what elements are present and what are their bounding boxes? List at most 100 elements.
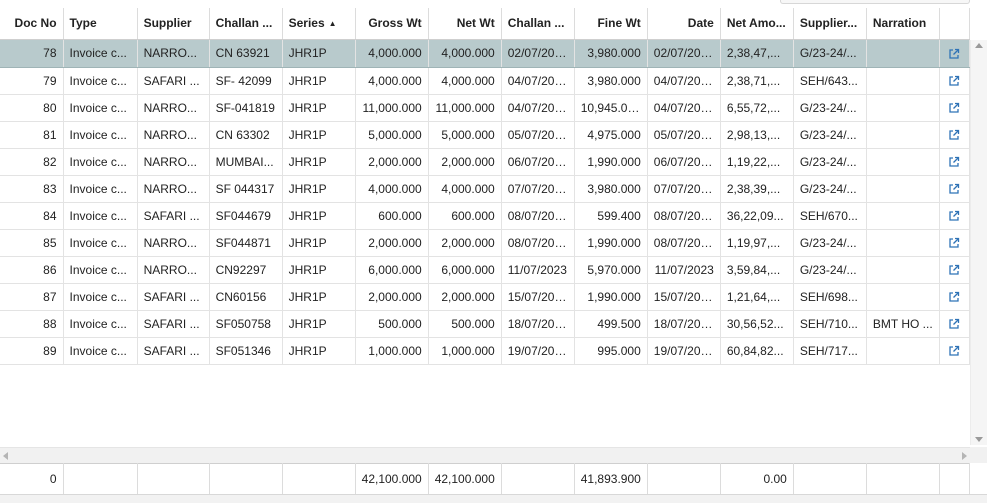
cell-date[interactable]: 04/07/2023 <box>647 94 721 122</box>
table-row[interactable]: 81 Invoice c... NARRO... CN 63302 JHR1P 5,000… <box>0 121 971 149</box>
cell-challan-date[interactable]: 18/07/2023 <box>501 310 575 338</box>
cell-doc-no[interactable]: 84 <box>0 202 64 230</box>
cell-series[interactable]: JHR1P <box>282 40 356 68</box>
cell-net-wt[interactable]: 2,000.000 <box>428 148 502 176</box>
row-open-cell[interactable] <box>939 283 971 311</box>
cell-fine-wt[interactable]: 10,945.000 <box>574 94 648 122</box>
cell-supplier-ref[interactable]: G/23-24/... <box>793 175 867 203</box>
cell-gross-wt[interactable]: 6,000.000 <box>355 256 429 284</box>
cell-type[interactable]: Invoice c... <box>63 121 138 149</box>
vertical-scrollbar[interactable] <box>970 40 987 445</box>
cell-gross-wt[interactable]: 600.000 <box>355 202 429 230</box>
cell-doc-no[interactable]: 83 <box>0 175 64 203</box>
table-row[interactable]: 87 Invoice c... SAFARI ... CN60156 JHR1P 2,00… <box>0 283 971 311</box>
cell-challan-date[interactable]: 08/07/2023 <box>501 202 575 230</box>
cell-challan-date[interactable]: 02/07/2023 <box>501 40 575 68</box>
cell-fine-wt[interactable]: 1,990.000 <box>574 229 648 257</box>
open-external-icon[interactable] <box>948 209 960 223</box>
row-open-cell[interactable] <box>939 121 971 149</box>
scroll-left-icon[interactable] <box>3 452 8 460</box>
table-row[interactable]: 84 Invoice c... SAFARI ... SF044679 JHR1P 600… <box>0 202 971 230</box>
row-open-cell[interactable] <box>939 337 971 365</box>
cell-series[interactable]: JHR1P <box>282 310 356 338</box>
cell-net-amount[interactable]: 60,84,82... <box>720 337 794 365</box>
cell-date[interactable]: 08/07/2023 <box>647 202 721 230</box>
cell-supplier[interactable]: NARRO... <box>137 148 210 176</box>
cell-series[interactable]: JHR1P <box>282 148 356 176</box>
cell-net-wt[interactable]: 6,000.000 <box>428 256 502 284</box>
cell-date[interactable]: 04/07/2023 <box>647 67 721 95</box>
cell-fine-wt[interactable]: 1,990.000 <box>574 283 648 311</box>
cell-challan-date[interactable]: 11/07/2023 <box>501 256 575 284</box>
cell-challan-no[interactable]: SF- 42099 <box>209 67 283 95</box>
cell-series[interactable]: JHR1P <box>282 121 356 149</box>
cell-gross-wt[interactable]: 2,000.000 <box>355 229 429 257</box>
scroll-up-icon[interactable] <box>975 43 983 48</box>
cell-challan-no[interactable]: CN60156 <box>209 283 283 311</box>
open-external-icon[interactable] <box>948 290 960 304</box>
cell-date[interactable]: 05/07/2023 <box>647 121 721 149</box>
cell-gross-wt[interactable]: 4,000.000 <box>355 175 429 203</box>
cell-gross-wt[interactable]: 2,000.000 <box>355 148 429 176</box>
cell-doc-no[interactable]: 80 <box>0 94 64 122</box>
cell-supplier[interactable]: NARRO... <box>137 175 210 203</box>
row-open-cell[interactable] <box>939 256 971 284</box>
column-header-net-wt[interactable]: Net Wt <box>428 8 502 40</box>
cell-type[interactable]: Invoice c... <box>63 310 138 338</box>
cell-doc-no[interactable]: 82 <box>0 148 64 176</box>
row-open-cell[interactable] <box>939 229 971 257</box>
scroll-down-icon[interactable] <box>975 437 983 442</box>
cell-supplier[interactable]: SAFARI ... <box>137 283 210 311</box>
open-external-icon[interactable] <box>948 74 960 88</box>
table-row[interactable]: 85 Invoice c... NARRO... SF044871 JHR1P 2,000… <box>0 229 971 257</box>
row-open-cell[interactable] <box>939 202 971 230</box>
cell-challan-date[interactable]: 04/07/2023 <box>501 67 575 95</box>
cell-net-wt[interactable]: 2,000.000 <box>428 229 502 257</box>
cell-challan-no[interactable]: SF050758 <box>209 310 283 338</box>
cell-challan-no[interactable]: MUMBAI... <box>209 148 283 176</box>
cell-fine-wt[interactable]: 3,980.000 <box>574 175 648 203</box>
cell-gross-wt[interactable]: 1,000.000 <box>355 337 429 365</box>
cell-narration[interactable] <box>866 121 940 149</box>
cell-supplier-ref[interactable]: G/23-24/... <box>793 121 867 149</box>
cell-type[interactable]: Invoice c... <box>63 337 138 365</box>
horizontal-scrollbar[interactable] <box>0 447 970 463</box>
cell-net-wt[interactable]: 2,000.000 <box>428 283 502 311</box>
cell-series[interactable]: JHR1P <box>282 337 356 365</box>
cell-narration[interactable] <box>866 67 940 95</box>
cell-supplier[interactable]: NARRO... <box>137 40 210 68</box>
cell-fine-wt[interactable]: 3,980.000 <box>574 67 648 95</box>
cell-fine-wt[interactable]: 5,970.000 <box>574 256 648 284</box>
cell-supplier-ref[interactable]: SEH/643... <box>793 67 867 95</box>
cell-challan-no[interactable]: CN 63921 <box>209 40 283 68</box>
cell-challan-date[interactable]: 07/07/2023 <box>501 175 575 203</box>
row-open-cell[interactable] <box>939 40 971 68</box>
cell-date[interactable]: 07/07/2023 <box>647 175 721 203</box>
cell-type[interactable]: Invoice c... <box>63 148 138 176</box>
cell-net-amount[interactable]: 2,38,39,... <box>720 175 794 203</box>
cell-narration[interactable] <box>866 175 940 203</box>
cell-net-amount[interactable]: 1,19,22,... <box>720 148 794 176</box>
cell-net-wt[interactable]: 11,000.000 <box>428 94 502 122</box>
cell-date[interactable]: 18/07/2023 <box>647 310 721 338</box>
row-open-cell[interactable] <box>939 148 971 176</box>
cell-challan-no[interactable]: CN 63302 <box>209 121 283 149</box>
cell-supplier[interactable]: SAFARI ... <box>137 202 210 230</box>
cell-challan-no[interactable]: SF044871 <box>209 229 283 257</box>
cell-net-wt[interactable]: 500.000 <box>428 310 502 338</box>
table-row[interactable]: 78 Invoice c... NARRO... CN 63921 JHR1P 4,000… <box>0 40 971 68</box>
cell-supplier-ref[interactable]: G/23-24/... <box>793 229 867 257</box>
cell-series[interactable]: JHR1P <box>282 256 356 284</box>
cell-fine-wt[interactable]: 599.400 <box>574 202 648 230</box>
open-external-icon[interactable] <box>948 155 960 169</box>
cell-doc-no[interactable]: 81 <box>0 121 64 149</box>
cell-type[interactable]: Invoice c... <box>63 256 138 284</box>
cell-date[interactable]: 15/07/2023 <box>647 283 721 311</box>
cell-gross-wt[interactable]: 11,000.000 <box>355 94 429 122</box>
cell-type[interactable]: Invoice c... <box>63 94 138 122</box>
cell-challan-no[interactable]: SF051346 <box>209 337 283 365</box>
cell-challan-date[interactable]: 06/07/2023 <box>501 148 575 176</box>
cell-date[interactable]: 11/07/2023 <box>647 256 721 284</box>
cell-challan-date[interactable]: 08/07/2023 <box>501 229 575 257</box>
open-external-icon[interactable] <box>948 236 960 250</box>
